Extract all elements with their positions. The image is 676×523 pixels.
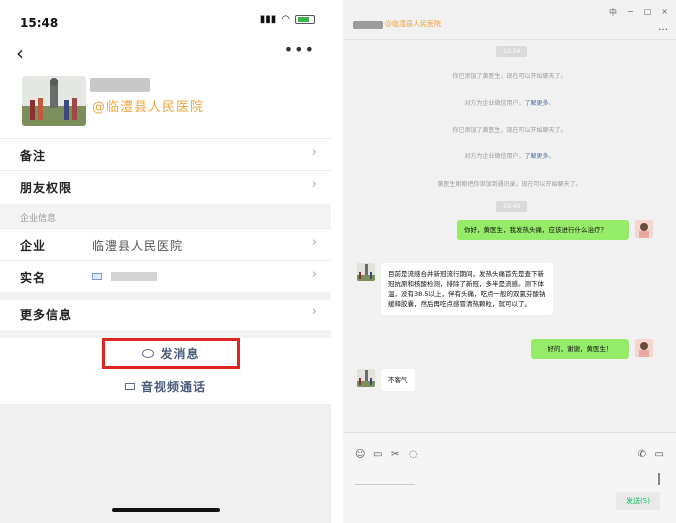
- doctor-avatar[interactable]: [357, 369, 375, 387]
- remark-row[interactable]: 备注 ›: [0, 138, 331, 170]
- chat-history-icon[interactable]: ◌: [409, 449, 418, 460]
- self-avatar[interactable]: [635, 220, 653, 238]
- name-blurred: [90, 78, 150, 92]
- chat-title: @临澧县人民医院: [385, 20, 441, 28]
- status-time: 15:48: [20, 16, 59, 30]
- system-note: 黄医生刚刚把你添加到通讯录，现在可以开始聊天了。: [437, 181, 582, 188]
- battery-icon: [295, 15, 315, 24]
- chat-bubble-outgoing[interactable]: 好的，谢谢，黄医生！: [531, 339, 629, 359]
- timestamp: 12:24: [496, 46, 528, 57]
- company-tag: @临澧县人民医院: [92, 100, 205, 115]
- chevron-right-icon: ›: [311, 304, 317, 319]
- nav-bar: ‹ •••: [0, 40, 331, 66]
- bottom-area: [0, 404, 331, 523]
- chat-more-icon[interactable]: …: [658, 22, 668, 33]
- video-call-icon[interactable]: ▭: [655, 449, 664, 460]
- enterprise-value: 临澧县人民医院: [92, 239, 184, 253]
- contact-name-blurred: [353, 21, 383, 29]
- realname-row[interactable]: 实名 ›: [0, 260, 331, 292]
- profile-header: @临澧县人民医院: [0, 70, 331, 132]
- enterprise-row[interactable]: 企业 临澧县人民医院 ›: [0, 228, 331, 260]
- screenshot-root: 15:48 ▮▮▮ ◠ ‹ ••• @临澧县人民医院 备注 › 朋友权限 › 企…: [0, 0, 676, 523]
- chat-bubble-outgoing[interactable]: 你好，黄医生，我发热头痛，应该进行什么治疗？: [457, 220, 629, 240]
- more-icon[interactable]: •••: [284, 40, 315, 59]
- send-message-button[interactable]: 发消息: [102, 338, 240, 369]
- chat-header: @临澧县人民医院 中 − □ × …: [343, 0, 676, 40]
- pc-chat-window: @临澧县人民医院 中 − □ × … 12:24 你已添加了黄医生，现在可以开始…: [343, 0, 676, 523]
- enterprise-label: 企业: [20, 239, 47, 253]
- doctor-avatar[interactable]: [357, 263, 375, 281]
- input-area: ☺ ▭ ✂ ◌ ✆ ▭ 发送(S): [343, 432, 676, 523]
- chat-bubble-incoming[interactable]: 目前是流感合并新冠流行期间，发热头痛首先是查下新冠抗原和核酸检测，排除了新冠，多…: [381, 263, 553, 315]
- system-note-text: 。: [548, 153, 555, 160]
- chevron-right-icon: ›: [311, 177, 317, 192]
- chevron-right-icon: ›: [311, 235, 317, 250]
- message-input[interactable]: [355, 469, 415, 485]
- home-indicator: [112, 508, 220, 512]
- scissors-icon[interactable]: ✂: [391, 449, 399, 460]
- chat-bubble-incoming[interactable]: 不客气: [381, 369, 415, 391]
- send-message-label: 发消息: [160, 347, 200, 361]
- minimize-icon[interactable]: −: [627, 7, 634, 18]
- phone-screen: 15:48 ▮▮▮ ◠ ‹ ••• @临澧县人民医院 备注 › 朋友权限 › 企…: [0, 0, 331, 523]
- chevron-right-icon: ›: [311, 145, 317, 160]
- timestamp: 15:40: [496, 201, 528, 212]
- avatar[interactable]: [22, 76, 86, 126]
- divider: [0, 330, 331, 338]
- scrollbar[interactable]: [658, 473, 660, 485]
- pin-icon[interactable]: 中: [609, 7, 617, 18]
- chat-bubble-icon: [142, 349, 155, 358]
- friend-permission-label: 朋友权限: [20, 181, 73, 195]
- av-call-button[interactable]: 音视频通话: [0, 372, 331, 400]
- chevron-right-icon: ›: [311, 267, 317, 282]
- video-call-icon: [124, 382, 135, 390]
- send-button[interactable]: 发送(S): [616, 492, 660, 510]
- folder-icon[interactable]: ▭: [373, 449, 382, 460]
- system-note: 你已添加了黄医生，现在可以开始聊天了。: [452, 73, 567, 80]
- realname-label: 实名: [20, 271, 47, 285]
- learn-more-link[interactable]: 了解更多: [524, 100, 548, 107]
- system-note-text: 对方为企业微信用户，: [464, 153, 525, 160]
- close-icon[interactable]: ×: [661, 7, 668, 18]
- more-info-label: 更多信息: [20, 308, 73, 322]
- maximize-icon[interactable]: □: [644, 7, 652, 18]
- system-note-text: 。: [548, 100, 555, 107]
- system-note-text: 对方为企业微信用户，: [464, 100, 525, 107]
- enterprise-section-header: 企业信息: [0, 204, 331, 228]
- system-note: 你已添加了黄医生，现在可以开始聊天了。: [452, 127, 567, 134]
- remark-label: 备注: [20, 149, 47, 163]
- enterprise-section-label: 企业信息: [20, 214, 57, 224]
- system-note: 对方为企业微信用户，了解更多。: [343, 151, 676, 160]
- window-controls: 中 − □ ×: [609, 7, 668, 18]
- more-info-row[interactable]: 更多信息 ›: [0, 298, 331, 330]
- self-avatar[interactable]: [635, 339, 653, 357]
- back-icon[interactable]: ‹: [16, 41, 24, 65]
- realname-blurred: [92, 269, 157, 283]
- status-bar: 15:48 ▮▮▮ ◠: [0, 0, 331, 40]
- wifi-icon: ◠: [281, 14, 290, 25]
- emoji-icon[interactable]: ☺: [355, 449, 365, 460]
- signal-icon: ▮▮▮: [259, 14, 277, 25]
- status-icons: ▮▮▮ ◠: [260, 14, 315, 25]
- system-note: 对方为企业微信用户，了解更多。: [343, 98, 676, 107]
- av-call-label: 音视频通话: [140, 379, 206, 394]
- learn-more-link[interactable]: 了解更多: [524, 153, 548, 160]
- friend-permission-row[interactable]: 朋友权限 ›: [0, 170, 331, 202]
- voice-call-icon[interactable]: ✆: [638, 449, 646, 460]
